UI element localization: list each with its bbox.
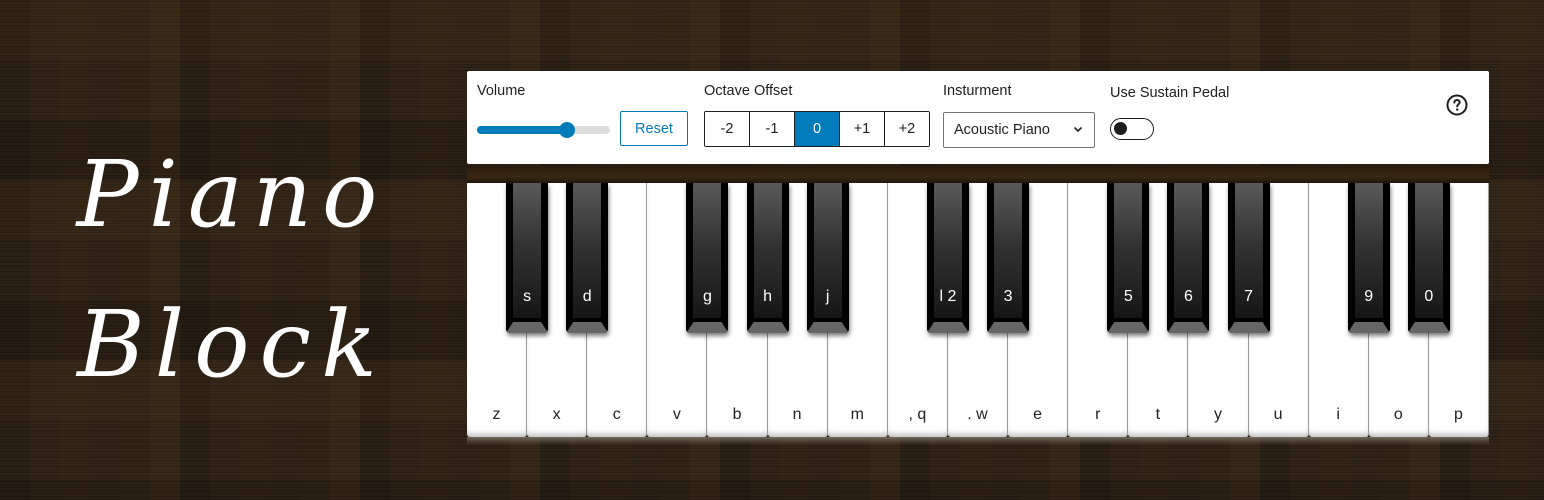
octave-offset-label: Octave Offset: [704, 83, 793, 99]
volume-reset-button[interactable]: Reset: [620, 111, 688, 146]
volume-slider[interactable]: [477, 122, 610, 138]
black-key-face: 0: [1414, 183, 1443, 318]
piano-keyboard: z x c v b n m , q . w e r t y u i o p s d g h j l 2 3 5 6 7 9 0: [467, 183, 1489, 437]
black-key-label: 7: [1244, 288, 1253, 305]
white-key-label: o: [1393, 406, 1403, 423]
volume-label: Volume: [477, 83, 526, 99]
toggle-knob: [1114, 122, 1127, 135]
black-key[interactable]: 5: [1107, 183, 1150, 333]
black-key-label: s: [523, 288, 532, 305]
title-line-2: Block: [77, 291, 387, 398]
white-key-label: m: [850, 406, 864, 423]
black-key-face: 9: [1354, 183, 1383, 318]
black-key-label: 3: [1003, 288, 1013, 305]
black-key-lip: [686, 322, 728, 333]
octave-option-0[interactable]: 0: [795, 112, 840, 146]
black-key[interactable]: l 2: [926, 183, 969, 333]
black-key-label: l 2: [939, 288, 957, 305]
white-key-label: y: [1213, 406, 1222, 423]
black-key[interactable]: 9: [1347, 183, 1390, 333]
black-key-lip: [747, 322, 789, 333]
piano-top-rail: [467, 166, 1489, 183]
white-key-label: b: [732, 406, 742, 423]
black-key-label: j: [825, 288, 830, 305]
black-key-lip: [506, 322, 548, 333]
white-key-label: c: [612, 406, 621, 423]
black-key[interactable]: g: [686, 183, 729, 333]
octave-offset-group: -2 -1 0 +1 +2: [704, 111, 930, 147]
black-key-face: l 2: [933, 183, 962, 318]
white-key-label: p: [1453, 406, 1463, 423]
instrument-label: Insturment: [943, 83, 1012, 99]
black-key-lip: [1167, 322, 1209, 333]
black-key-lip: [807, 322, 849, 333]
black-key-lip: [566, 322, 608, 333]
black-key-label: 9: [1364, 288, 1374, 305]
white-key-label: e: [1033, 406, 1043, 423]
white-key-label: r: [1095, 406, 1101, 423]
black-key-face: 5: [1114, 183, 1143, 318]
black-key-face: 6: [1174, 183, 1203, 318]
white-key-label: x: [552, 406, 561, 423]
black-key[interactable]: h: [746, 183, 789, 333]
white-key-label: . w: [967, 406, 988, 423]
black-key-lip: [1348, 322, 1390, 333]
white-key-label: v: [672, 406, 681, 423]
white-key-label: , q: [908, 406, 927, 423]
black-key-lip: [1107, 322, 1149, 333]
black-key-label: 6: [1183, 288, 1193, 305]
instrument-selected-value: Acoustic Piano: [954, 122, 1050, 138]
black-key-face: g: [693, 183, 722, 318]
octave-option-plus1[interactable]: +1: [840, 112, 885, 146]
black-key-label: d: [582, 288, 592, 305]
app-title: Piano Block: [62, 120, 402, 420]
white-key-label: z: [492, 406, 501, 423]
black-key-face: h: [753, 183, 782, 318]
black-key-face: s: [513, 183, 542, 318]
black-key-face: d: [573, 183, 602, 318]
title-line-1: Piano: [76, 141, 388, 248]
black-key[interactable]: s: [506, 183, 549, 333]
instrument-select[interactable]: Acoustic Piano: [943, 112, 1095, 148]
octave-option-minus1[interactable]: -1: [750, 112, 795, 146]
white-key-label: u: [1273, 406, 1283, 423]
black-key-label: g: [703, 288, 712, 305]
controls-panel: Volume Reset Octave Offset -2 -1 0 +1 +2 Ins…: [467, 71, 1489, 164]
piano-shadow: [467, 437, 1489, 445]
black-key-face: 7: [1234, 183, 1263, 318]
white-key-label: t: [1155, 406, 1161, 423]
black-key-face: 3: [994, 183, 1023, 318]
chevron-down-icon: [1073, 126, 1083, 133]
black-key[interactable]: 7: [1227, 183, 1270, 333]
black-key[interactable]: 6: [1167, 183, 1210, 333]
sustain-pedal-toggle[interactable]: [1110, 118, 1154, 140]
black-key-face: j: [813, 183, 842, 318]
black-key-lip: [1228, 322, 1270, 333]
volume-slider-fill: [477, 126, 568, 134]
question-circle-icon[interactable]: [1445, 93, 1469, 117]
black-key[interactable]: j: [806, 183, 849, 333]
black-key-label: h: [763, 288, 773, 305]
black-key-label: 0: [1424, 288, 1434, 305]
white-key-label: i: [1336, 406, 1340, 423]
white-key-label: n: [792, 406, 802, 423]
black-key-label: 5: [1123, 288, 1133, 305]
black-key[interactable]: 3: [987, 183, 1030, 333]
octave-option-plus2[interactable]: +2: [885, 112, 929, 146]
octave-option-minus2[interactable]: -2: [705, 112, 750, 146]
black-key[interactable]: d: [566, 183, 609, 333]
black-key-lip: [927, 322, 969, 333]
black-key-lip: [987, 322, 1029, 333]
black-key-lip: [1408, 322, 1450, 333]
sustain-pedal-label: Use Sustain Pedal: [1110, 85, 1230, 101]
volume-slider-thumb[interactable]: [559, 122, 576, 138]
black-key[interactable]: 0: [1407, 183, 1450, 333]
